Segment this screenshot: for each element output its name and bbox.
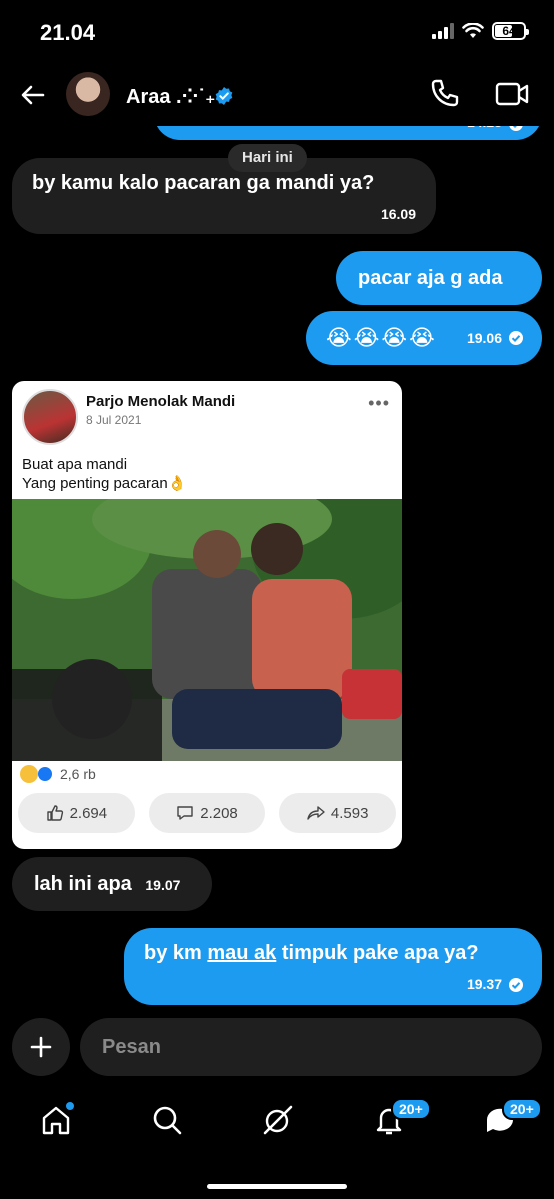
message-text: by kamu kalo pacaran ga mandi ya? (32, 172, 375, 194)
message-bubble-outgoing[interactable]: pacar aja g ada (336, 251, 542, 305)
message-bubble-incoming[interactable]: lah ini apa 19.07 (12, 857, 212, 911)
post-date: 8 Jul 2021 (86, 413, 142, 427)
video-icon[interactable] (494, 76, 530, 112)
chat-thread[interactable]: 14.25 Hari ini by kamu kalo pacaran ga m… (0, 108, 554, 1018)
message-text-part: by km (144, 942, 208, 964)
day-separator: Hari ini (228, 144, 307, 172)
message-bubble-outgoing[interactable]: 😭😭😭😭 19.06 (306, 311, 542, 365)
message-time: 19.37 (466, 976, 502, 992)
thumbs-up-icon (46, 805, 63, 821)
haha-reaction-icon (20, 765, 38, 783)
notification-dot (66, 1102, 74, 1110)
phone-icon[interactable] (426, 76, 462, 112)
message-bubble-outgoing[interactable]: by km mau ak timpuk pake apa ya? 19.37 (124, 928, 542, 1005)
reactions-count: 2,6 rb (60, 766, 96, 782)
nav-grok[interactable] (260, 1102, 296, 1138)
back-arrow-icon[interactable] (18, 80, 48, 110)
search-icon (153, 1106, 182, 1135)
message-link-text[interactable]: mau ak (207, 942, 276, 964)
contact-name[interactable]: Araa .⁘˙₊ (126, 84, 216, 109)
post-author-avatar[interactable] (22, 389, 78, 445)
share-icon (307, 806, 325, 820)
post-actions: 2.694 2.208 4.593 (18, 793, 397, 833)
comment-icon (177, 806, 193, 820)
home-indicator (207, 1184, 347, 1189)
message-time: 19.06 (466, 330, 502, 346)
notifications-badge: 20+ (391, 1098, 431, 1120)
share-button[interactable]: 4.593 (279, 793, 397, 833)
plus-icon (30, 1036, 52, 1058)
comment-button[interactable]: 2.208 (148, 793, 266, 833)
message-text-part: timpuk pake apa ya? (276, 942, 479, 964)
shared-post-card[interactable]: Parjo Menolak Mandi 8 Jul 2021 ••• Buat … (12, 381, 402, 849)
post-photo-illustration (12, 499, 402, 761)
signal-icon (432, 23, 454, 39)
post-text-line: Yang penting pacaran👌 (22, 475, 187, 492)
bottom-nav: 20+ 20+ (0, 1090, 554, 1150)
messages-badge: 20+ (502, 1098, 542, 1120)
nav-home[interactable] (38, 1102, 74, 1138)
status-icons: 64 (432, 22, 529, 40)
verified-badge-icon (215, 87, 233, 105)
nav-notifications[interactable]: 20+ (371, 1098, 431, 1138)
message-text: pacar aja g ada (358, 267, 503, 289)
post-photo[interactable] (12, 499, 402, 761)
message-emoji-text: 😭😭😭😭 (326, 325, 437, 350)
more-options-icon[interactable]: ••• (368, 393, 390, 414)
battery-icon: 64 (492, 22, 529, 40)
nav-search[interactable] (149, 1102, 185, 1138)
post-reactions[interactable]: 2,6 rb (20, 763, 96, 785)
add-attachment-button[interactable] (12, 1018, 70, 1076)
status-time: 21.04 (40, 20, 96, 45)
message-bubble-incoming[interactable]: by kamu kalo pacaran ga mandi ya? 16.09 (12, 158, 436, 234)
post-text-line: Buat apa mandi (22, 456, 128, 473)
post-author-name[interactable]: Parjo Menolak Mandi (86, 393, 235, 410)
like-button[interactable]: 2.694 (18, 793, 135, 833)
nav-messages[interactable]: 20+ (482, 1098, 542, 1138)
like-count: 2.694 (69, 804, 108, 822)
comment-count: 2.208 (200, 804, 238, 822)
status-bar: 21.04 64 (0, 0, 554, 62)
like-reaction-icon (36, 765, 54, 783)
post-text: Buat apa mandi Yang penting pacaran👌 (22, 455, 186, 493)
battery-percent: 64 (502, 24, 516, 38)
message-text: lah ini apa (34, 873, 132, 895)
read-check-icon (509, 331, 523, 345)
message-time: 19.07 (145, 877, 181, 893)
message-input[interactable]: Pesan (80, 1018, 542, 1076)
contact-avatar[interactable] (66, 72, 110, 116)
share-count: 4.593 (330, 804, 369, 822)
message-text: by km mau ak timpuk pake apa ya? (144, 942, 479, 965)
message-time: 16.09 (380, 206, 416, 222)
read-check-icon (509, 978, 523, 992)
wifi-icon (462, 23, 484, 38)
grok-icon (263, 1105, 293, 1135)
chat-header: Araa .⁘˙₊ (0, 62, 554, 126)
